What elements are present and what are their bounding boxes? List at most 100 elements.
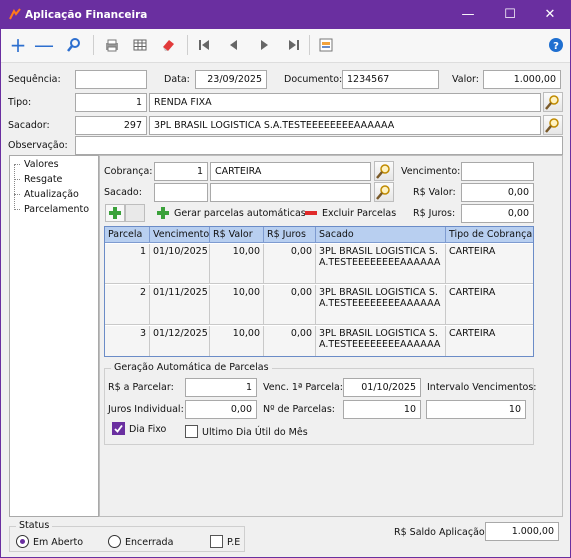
cell-tipo-cobranca: CARTEIRA — [449, 246, 496, 257]
table-row[interactable]: 3 01/12/2025 10,00 0,00 3PL BRASIL LOGIS… — [105, 326, 533, 356]
encerrada-label: Encerrada — [125, 537, 174, 548]
magnifier-icon — [376, 185, 390, 200]
rs-valor-input[interactable]: 0,00 — [461, 183, 534, 202]
column-header-vencimento[interactable]: Vencimento — [150, 227, 210, 243]
title-bar: Aplicação Financeira — ☐ ✕ — [1, 1, 570, 29]
num-parcelas-input[interactable]: 10 — [343, 400, 421, 419]
em-aberto-radio[interactable] — [16, 535, 29, 548]
tree-connector — [14, 209, 20, 210]
search-icon[interactable] — [63, 34, 85, 56]
next-icon[interactable] — [253, 34, 275, 56]
add-icon[interactable]: + — [7, 34, 29, 56]
remove-icon[interactable]: — — [33, 34, 55, 56]
cobranca-name-input[interactable]: CARTEIRA — [210, 162, 371, 181]
minimize-button[interactable]: — — [448, 1, 488, 29]
juros-individual-input[interactable]: 0,00 — [185, 400, 257, 419]
table-row[interactable]: 1 01/10/2025 10,00 0,00 3PL BRASIL LOGIS… — [105, 244, 533, 284]
intervalo-label: Intervalo Vencimentos: — [427, 382, 537, 393]
data-input[interactable]: 23/09/2025 — [195, 70, 267, 89]
sacado-name-input[interactable] — [210, 183, 371, 202]
magnifier-icon — [545, 95, 559, 110]
cell-vencimento: 01/11/2025 — [150, 285, 210, 325]
tree-connector — [14, 164, 15, 210]
grid-icon[interactable] — [129, 34, 151, 56]
excluir-parcelas-label: Excluir Parcelas — [322, 208, 397, 219]
tipo-lookup-button[interactable] — [543, 92, 563, 112]
cell-parcela: 1 — [105, 244, 150, 284]
pe-checkbox[interactable] — [210, 535, 223, 548]
column-header-parcela[interactable]: Parcela — [105, 227, 150, 243]
dia-fixo-checkbox[interactable] — [112, 422, 125, 435]
sacador-code-input[interactable]: 297 — [75, 116, 147, 135]
close-button[interactable]: ✕ — [530, 1, 570, 29]
documento-input[interactable]: 1234567 — [342, 70, 439, 89]
eraser-icon[interactable] — [157, 34, 179, 56]
cell-parcela: 3 — [105, 326, 150, 356]
column-header-juros[interactable]: R$ Juros — [264, 227, 316, 243]
tree-connector — [14, 194, 20, 195]
print-icon[interactable] — [101, 34, 123, 56]
cobranca-label: Cobrança: — [104, 166, 153, 177]
cell-tipo-cobranca: CARTEIRA — [449, 328, 496, 339]
toolbar-separator — [187, 35, 188, 55]
rs-juros-label: R$ Juros: — [413, 208, 456, 219]
tipo-code-input[interactable]: 1 — [75, 93, 147, 112]
prev-icon[interactable] — [223, 34, 245, 56]
cell-tipo-cobranca: CARTEIRA — [449, 287, 496, 298]
sacado-code-input[interactable] — [154, 183, 208, 202]
sacador-label: Sacador: — [8, 120, 50, 131]
maximize-button[interactable]: ☐ — [490, 1, 530, 29]
saldo-input[interactable]: 1.000,00 — [485, 522, 559, 541]
help-icon[interactable]: ? — [545, 34, 567, 56]
cell-valor: 10,00 — [210, 244, 264, 284]
ultimo-dia-label: Ultimo Dia Útil do Mês — [202, 427, 308, 438]
tree-item-parcelamento[interactable]: Parcelamento — [24, 204, 89, 215]
tipo-name-input[interactable]: RENDA FIXA — [149, 93, 541, 112]
toolbar: + — ? — [1, 29, 570, 63]
toolbar-separator — [309, 35, 310, 55]
table-row[interactable]: 2 01/11/2025 10,00 0,00 3PL BRASIL LOGIS… — [105, 285, 533, 325]
tree-item-valores[interactable]: Valores — [24, 159, 59, 170]
sacador-name-input[interactable]: 3PL BRASIL LOGISTICA S.A.TESTEEEEEEEEAAA… — [149, 116, 541, 135]
data-label: Data: — [164, 74, 190, 85]
ultimo-dia-checkbox[interactable] — [185, 425, 198, 438]
sacador-lookup-button[interactable] — [543, 115, 563, 135]
first-icon[interactable] — [193, 34, 215, 56]
rs-juros-input[interactable]: 0,00 — [461, 204, 534, 223]
vencimento-label: Vencimento: — [401, 166, 461, 177]
valor-input[interactable]: 1.000,00 — [483, 70, 561, 89]
num-parcelas-label: Nº de Parcelas: — [263, 404, 335, 415]
vencimento-input[interactable] — [461, 162, 534, 181]
sequencia-input[interactable] — [75, 70, 147, 89]
sacado-lookup-button[interactable] — [374, 182, 394, 202]
checkmark-icon — [114, 424, 123, 433]
cell-vencimento: 01/12/2025 — [150, 326, 210, 356]
blank-toolbar-button[interactable] — [125, 204, 145, 222]
cobranca-lookup-button[interactable] — [374, 161, 394, 181]
svg-text:?: ? — [553, 41, 559, 52]
add-parcela-button[interactable] — [105, 204, 125, 222]
parcelas-grid[interactable]: Parcela Vencimento R$ Valor R$ Juros Sac… — [104, 226, 534, 357]
main-window: Aplicação Financeira — ☐ ✕ + — ? Sequênc… — [0, 0, 571, 558]
observacao-input[interactable] — [75, 136, 563, 155]
radio-dot — [20, 539, 25, 544]
plus-green-icon — [109, 207, 121, 219]
cobranca-code-input[interactable]: 1 — [154, 162, 208, 181]
status-legend: Status — [16, 520, 53, 531]
dia-fixo-label: Dia Fixo — [129, 424, 167, 435]
documento-label: Documento: — [284, 74, 343, 85]
tree-item-atualizacao[interactable]: Atualização — [24, 189, 79, 200]
intervalo-input[interactable]: 10 — [426, 400, 526, 419]
encerrada-radio[interactable] — [108, 535, 121, 548]
tree-item-resgate[interactable]: Resgate — [24, 174, 62, 185]
column-header-sacado[interactable]: Sacado — [316, 227, 446, 243]
venc-1-input[interactable]: 01/10/2025 — [343, 378, 421, 397]
last-icon[interactable] — [283, 34, 305, 56]
magnifier-icon — [545, 118, 559, 133]
rs-parcelar-input[interactable]: 1 — [185, 378, 257, 397]
report-icon[interactable] — [315, 34, 337, 56]
cell-sacado: 3PL BRASIL LOGISTICA S.A.TESTEEEEEEEEAAA… — [316, 285, 446, 325]
column-header-valor[interactable]: R$ Valor — [210, 227, 264, 243]
column-header-tipo-cobranca[interactable]: Tipo de Cobrança — [446, 227, 533, 243]
geracao-legend: Geração Automática de Parcelas — [111, 362, 272, 373]
